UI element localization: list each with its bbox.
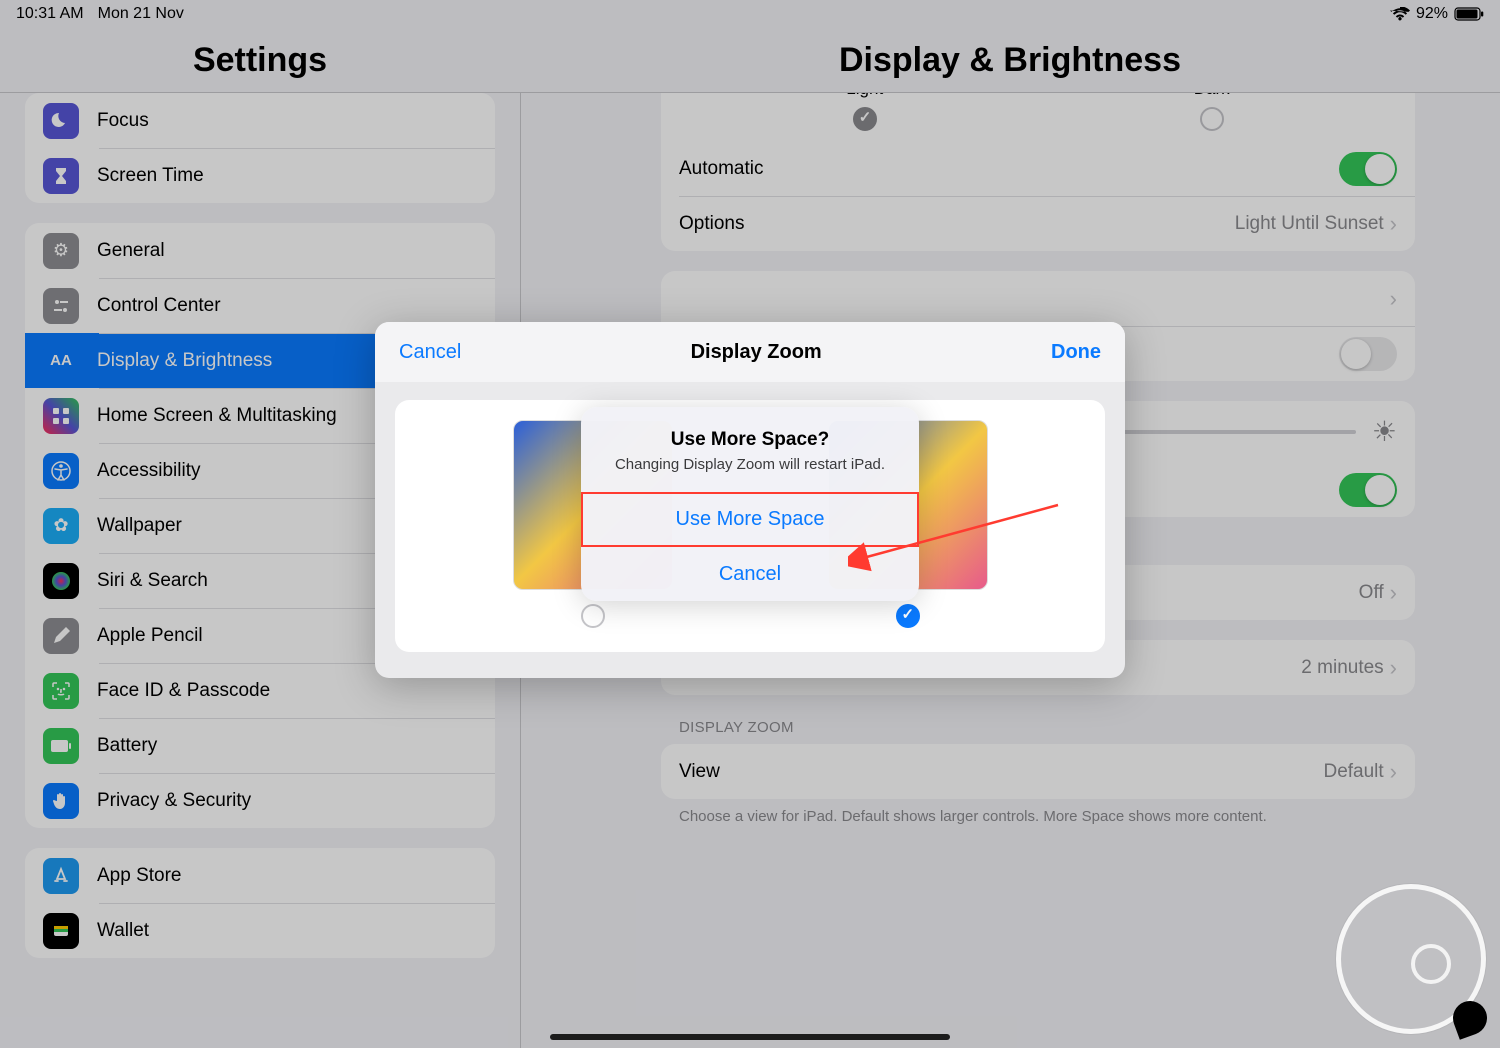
confirmation-alert: Use More Space? Changing Display Zoom wi… <box>581 407 919 601</box>
alert-title: Use More Space? <box>601 429 899 451</box>
modal-cancel-button[interactable]: Cancel <box>399 341 461 364</box>
modal-done-button[interactable]: Done <box>1051 341 1101 364</box>
alert-confirm-button[interactable]: Use More Space <box>581 492 919 547</box>
alert-message: Changing Display Zoom will restart iPad. <box>601 455 899 475</box>
cursor-annotation <box>1336 884 1486 1034</box>
radio-unchecked-icon <box>581 604 605 628</box>
alert-cancel-button[interactable]: Cancel <box>581 546 919 601</box>
modal-title: Display Zoom <box>691 341 822 364</box>
radio-checked-icon <box>896 604 920 628</box>
